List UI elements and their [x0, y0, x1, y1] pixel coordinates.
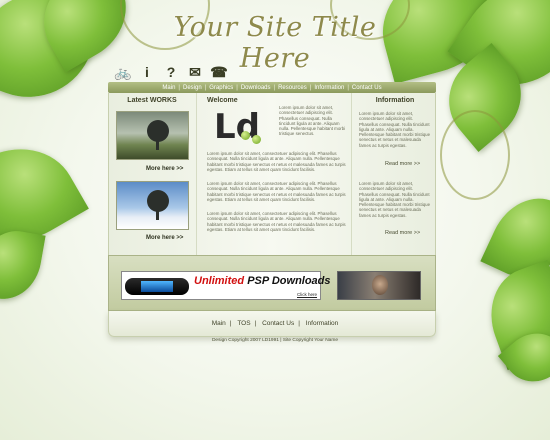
trunk-shape — [156, 138, 159, 150]
welcome-intro-text: Lorem ipsum dolor sit amet, consectetuer… — [279, 105, 346, 137]
latest-works-heading: Latest WORKS — [127, 97, 177, 104]
info-icon[interactable]: i — [138, 64, 156, 80]
information-text-1: Lorem ipsum dolor sit amet, consectetuer… — [359, 111, 431, 148]
footer-nav: Main | TOS | Contact Us | Information — [0, 320, 550, 327]
footer-link-contact[interactable]: Contact Us — [262, 320, 294, 327]
footer-link-tos[interactable]: TOS — [237, 320, 250, 327]
information-column: Information Lorem ipsum dolor sit amet, … — [353, 93, 437, 255]
nav-downloads[interactable]: Downloads — [241, 85, 271, 91]
information-text-2: Lorem ipsum dolor sit amet, consectetuer… — [359, 181, 431, 218]
banner-band: Unlimited PSP Downloads Click here — [108, 255, 436, 311]
more-link-2[interactable]: More here >> — [146, 235, 183, 241]
phone-icon[interactable]: ☎ — [210, 64, 228, 80]
welcome-heading: Welcome — [207, 97, 238, 104]
separator: | — [229, 320, 232, 327]
trunk-shape — [156, 208, 159, 220]
leaf-decoration — [0, 225, 46, 305]
psp-click-here[interactable]: Click here — [297, 292, 317, 297]
help-icon[interactable]: ? — [162, 64, 180, 80]
work-thumbnail-2[interactable] — [116, 181, 189, 230]
separator: | — [298, 320, 300, 327]
work-thumbnail-1[interactable] — [116, 111, 189, 160]
information-heading: Information — [375, 97, 415, 104]
footer-link-information[interactable]: Information — [306, 320, 339, 327]
welcome-paragraph-2: Lorem ipsum dolor sit amet, consectetuer… — [207, 181, 346, 202]
nav-information[interactable]: Information — [314, 85, 344, 91]
content-panel: Latest WORKS More here >> More here >> W… — [108, 93, 436, 255]
nav-main[interactable]: Main — [162, 85, 175, 91]
nav-resources[interactable]: Resources — [278, 85, 307, 91]
psp-ad-banner[interactable]: Unlimited PSP Downloads Click here — [121, 271, 331, 300]
logo-ball-icon — [241, 131, 250, 140]
portrait-ad-image[interactable] — [337, 271, 421, 300]
main-nav: Main | Design | Graphics | Downloads | Resou… — [108, 82, 436, 93]
bicycle-icon[interactable]: 🚲 — [114, 64, 132, 80]
separator: | — [254, 320, 257, 327]
more-link-1[interactable]: More here >> — [146, 166, 183, 172]
mail-icon[interactable]: ✉ — [186, 64, 204, 80]
read-more-link-2[interactable]: Read more >> — [385, 230, 420, 236]
latest-works-column: Latest WORKS More here >> More here >> — [109, 93, 195, 255]
welcome-column: Welcome Ld Lorem ipsum dolor sit amet, c… — [196, 93, 352, 255]
toolbar-icons: 🚲 i ? ✉ ☎ — [114, 63, 228, 81]
site-title: Your Site Title Here — [173, 12, 377, 74]
psp-ad-word1: Unlimited — [194, 275, 245, 287]
psp-ad-text: Unlimited PSP Downloads — [194, 275, 331, 287]
psp-ad-word2: PSP Downloads — [247, 275, 331, 287]
nav-contact[interactable]: Contact Us — [352, 85, 382, 91]
copyright-text: Design Copyright 2007 LD1991 | Site Copy… — [211, 338, 339, 343]
read-more-link-1[interactable]: Read more >> — [385, 161, 420, 167]
footer-link-main[interactable]: Main — [212, 320, 226, 327]
nav-design[interactable]: Design — [183, 85, 202, 91]
psp-console-icon — [125, 278, 189, 295]
portrait-head — [372, 275, 388, 295]
vine-decoration — [440, 110, 510, 200]
psp-screen — [141, 281, 173, 292]
nav-graphics[interactable]: Graphics — [209, 85, 233, 91]
logo-ball-icon — [252, 135, 261, 144]
welcome-paragraph-3: Lorem ipsum dolor sit amet, consectetuer… — [207, 211, 346, 232]
welcome-paragraph-1: Lorem ipsum dolor sit amet, consectetuer… — [207, 151, 346, 172]
